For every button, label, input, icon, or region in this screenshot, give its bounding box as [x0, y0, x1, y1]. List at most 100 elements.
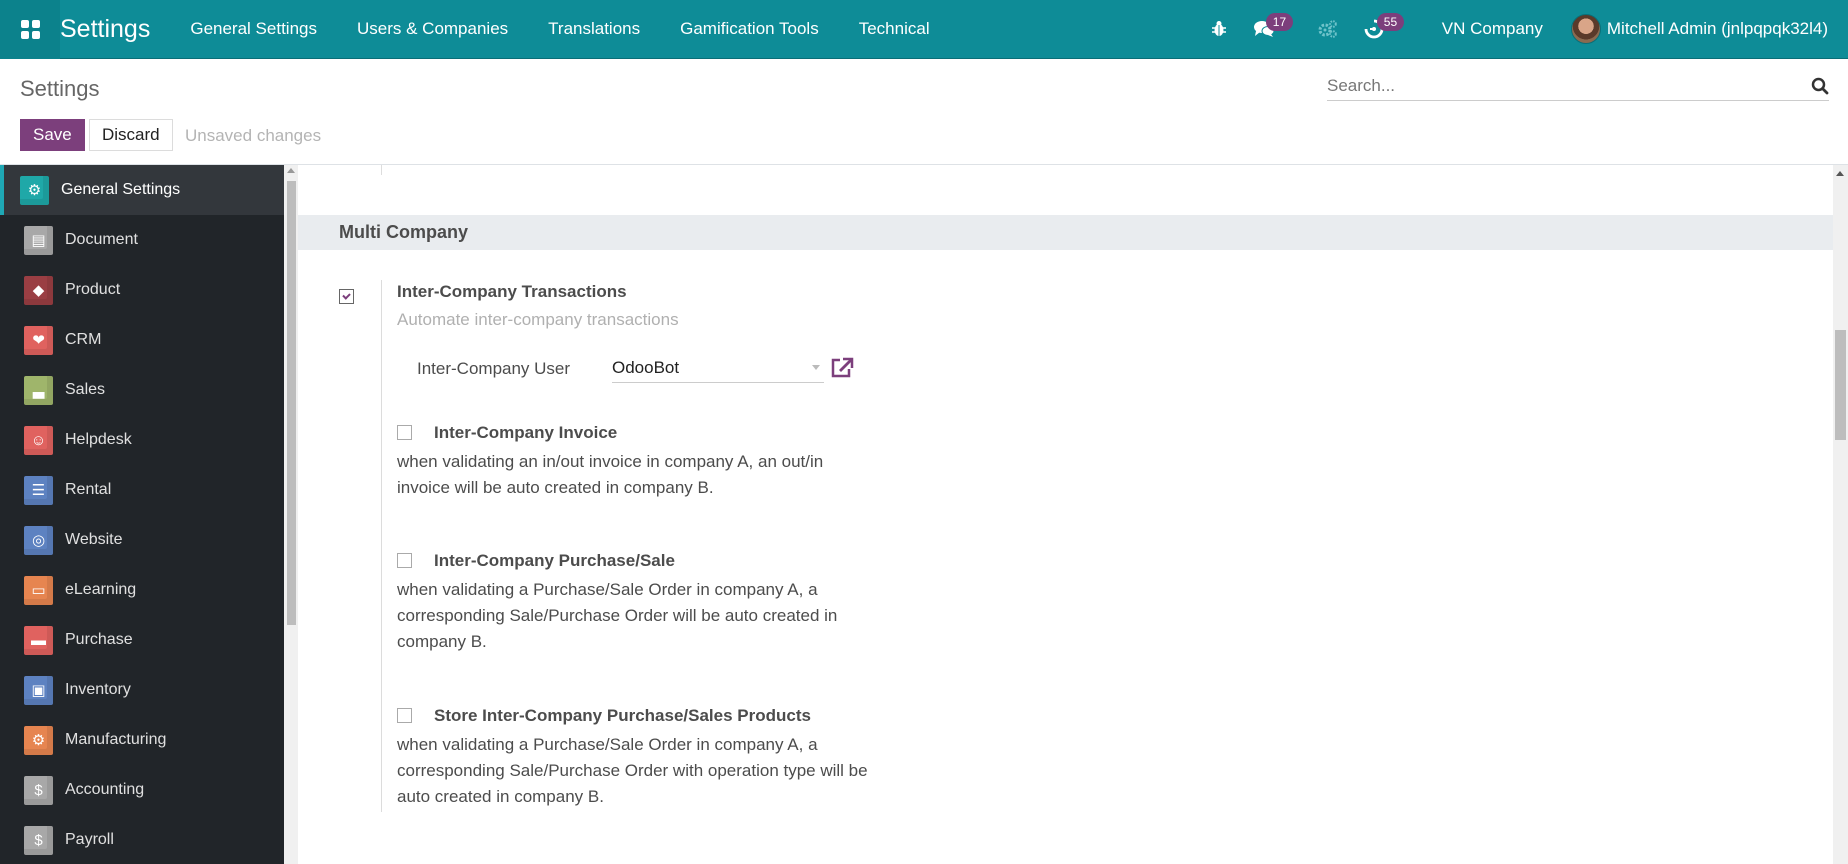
- credit-card-icon: ▬: [24, 625, 53, 655]
- settings-shortcut-button[interactable]: [1305, 0, 1351, 59]
- inter-company-user-field[interactable]: OdooBot: [612, 353, 824, 383]
- sidebar-item-accounting[interactable]: $ Accounting: [0, 765, 284, 815]
- user-name: Mitchell Admin (jnlpqpqk32l4): [1606, 19, 1828, 38]
- nav-translations[interactable]: Translations: [528, 19, 660, 39]
- description-line: company B.: [397, 632, 487, 651]
- setting-divider: [381, 280, 382, 812]
- nav-technical[interactable]: Technical: [839, 19, 950, 39]
- invoice-icon: $: [24, 775, 53, 805]
- activities-count-badge: 55: [1376, 12, 1405, 31]
- discard-button[interactable]: Discard: [89, 119, 173, 151]
- support-icon: ☺: [24, 425, 53, 455]
- description-line: corresponding Sale/Purchase Order with o…: [397, 761, 868, 780]
- messages-count-badge: 17: [1265, 12, 1294, 31]
- sidebar-scrollbar[interactable]: [284, 165, 298, 864]
- activities-button[interactable]: 55: [1351, 0, 1414, 59]
- user-menu[interactable]: Mitchell Admin (jnlpqpqk32l4): [1570, 14, 1848, 44]
- option-description: when validating a Purchase/Sale Order in…: [397, 732, 868, 810]
- unsaved-changes-status: Unsaved changes: [185, 126, 322, 145]
- messages-button[interactable]: 17: [1240, 0, 1305, 59]
- sidebar-item-label: Sales: [65, 381, 106, 398]
- sidebar-item-website[interactable]: ◎ Website: [0, 515, 284, 565]
- section-header-multi-company: Multi Company: [298, 215, 1833, 250]
- option-description: when validating a Purchase/Sale Order in…: [397, 577, 837, 655]
- nav-users-companies[interactable]: Users & Companies: [337, 19, 528, 39]
- sidebar-item-label: eLearning: [65, 581, 137, 598]
- option-description: when validating an in/out invoice in com…: [397, 449, 823, 501]
- folder-icon: ▤: [24, 225, 53, 255]
- company-switcher[interactable]: VN Company: [1414, 19, 1571, 39]
- sidebar-item-helpdesk[interactable]: ☺ Helpdesk: [0, 415, 284, 465]
- sidebar-item-crm[interactable]: ❤ CRM: [0, 315, 284, 365]
- chart-icon: ▃: [24, 375, 53, 405]
- settings-content: Multi Company Inter-Company Transactions…: [298, 165, 1833, 864]
- gear-icon: ⚙: [20, 175, 49, 205]
- debug-button[interactable]: [1198, 0, 1240, 59]
- sidebar-item-label: Inventory: [65, 681, 131, 698]
- save-button[interactable]: Save: [20, 119, 85, 151]
- sidebar-item-document[interactable]: ▤ Document: [0, 215, 284, 265]
- sidebar-item-product[interactable]: ◆ Product: [0, 265, 284, 315]
- app-title: Settings: [60, 14, 151, 43]
- sidebar-item-label: CRM: [65, 331, 102, 348]
- inter-company-transactions-checkbox[interactable]: [339, 289, 354, 304]
- nav-menu: General Settings Users & Companies Trans…: [170, 19, 949, 39]
- list-icon: ☰: [24, 475, 53, 505]
- settings-sidebar: ⚙ General Settings ▤ Document ◆ Product ❤ CRM ▃ S…: [0, 165, 284, 864]
- sidebar-item-rental[interactable]: ☰ Rental: [0, 465, 284, 515]
- top-navbar: Settings General Settings Users & Compan…: [0, 0, 1848, 59]
- bug-icon: [1211, 21, 1226, 36]
- inter-company-user-value: OdooBot: [612, 357, 680, 377]
- external-link-icon[interactable]: [830, 357, 854, 379]
- sidebar-item-inventory[interactable]: ▣ Inventory: [0, 665, 284, 715]
- option-title: Inter-Company Invoice: [434, 423, 618, 442]
- option-checkbox[interactable]: [397, 708, 412, 723]
- apps-grid-icon: [20, 19, 40, 39]
- nav-gamification-tools[interactable]: Gamification Tools: [660, 19, 839, 39]
- search-icon[interactable]: [1811, 77, 1829, 95]
- dropdown-caret-icon[interactable]: [812, 365, 820, 370]
- globe-icon: ◎: [24, 525, 53, 555]
- description-line: when validating a Purchase/Sale Order in…: [397, 580, 818, 599]
- setting-transactions: Inter-Company Transactions Automate inte…: [397, 282, 679, 330]
- sidebar-item-label: Accounting: [65, 781, 145, 798]
- scroll-up-arrow-icon[interactable]: [287, 168, 295, 173]
- handshake-icon: ❤: [24, 325, 53, 355]
- sidebar-item-label: General Settings: [61, 181, 181, 198]
- user-dollar-icon: $: [24, 825, 53, 855]
- gears-icon: [1318, 20, 1337, 38]
- content-scrollbar[interactable]: [1833, 165, 1848, 864]
- description-line: corresponding Sale/Purchase Order will b…: [397, 606, 838, 625]
- sidebar-item-label: Manufacturing: [65, 731, 167, 748]
- option-title: Store Inter-Company Purchase/Sales Produ…: [434, 706, 811, 725]
- content-scrollbar-thumb[interactable]: [1835, 330, 1846, 440]
- option-checkbox[interactable]: [397, 425, 412, 440]
- setting-transactions-checkbox-wrap: [339, 285, 354, 304]
- sidebar-item-purchase[interactable]: ▬ Purchase: [0, 615, 284, 665]
- search-input[interactable]: [1327, 75, 1811, 96]
- sidebar-item-label: Website: [65, 531, 123, 548]
- setting-subtitle: Automate inter-company transactions: [397, 310, 679, 329]
- sidebar-item-label: Product: [65, 281, 121, 298]
- sidebar-item-label: Helpdesk: [65, 431, 132, 448]
- breadcrumb: Settings: [20, 76, 100, 101]
- apps-menu-button[interactable]: [0, 0, 60, 59]
- nav-general-settings[interactable]: General Settings: [170, 19, 337, 39]
- sidebar-item-manufacturing[interactable]: ⚙ Manufacturing: [0, 715, 284, 765]
- sidebar-item-label: Payroll: [65, 831, 114, 848]
- scroll-up-arrow-icon[interactable]: [1836, 171, 1844, 176]
- sidebar-item-general-settings[interactable]: ⚙ General Settings: [0, 165, 284, 215]
- navbar-systray: 17 55 VN Company Mitchell Admin (jnlpqpq…: [1198, 0, 1848, 59]
- sidebar-item-elearning[interactable]: ▭ eLearning: [0, 565, 284, 615]
- sidebar-scrollbar-thumb[interactable]: [287, 181, 296, 625]
- sidebar-item-label: Purchase: [65, 631, 133, 648]
- sidebar-item-sales[interactable]: ▃ Sales: [0, 365, 284, 415]
- sidebar-item-label: Document: [65, 231, 138, 248]
- description-line: invoice will be auto created in company …: [397, 478, 714, 497]
- option-checkbox[interactable]: [397, 553, 412, 568]
- search-bar: [1327, 71, 1829, 101]
- control-panel: Settings Save Discard Unsaved changes: [0, 59, 1848, 165]
- cog-wrench-icon: ⚙: [24, 725, 53, 755]
- sidebar-item-label: Rental: [65, 481, 112, 498]
- sidebar-item-payroll[interactable]: $ Payroll: [0, 815, 284, 864]
